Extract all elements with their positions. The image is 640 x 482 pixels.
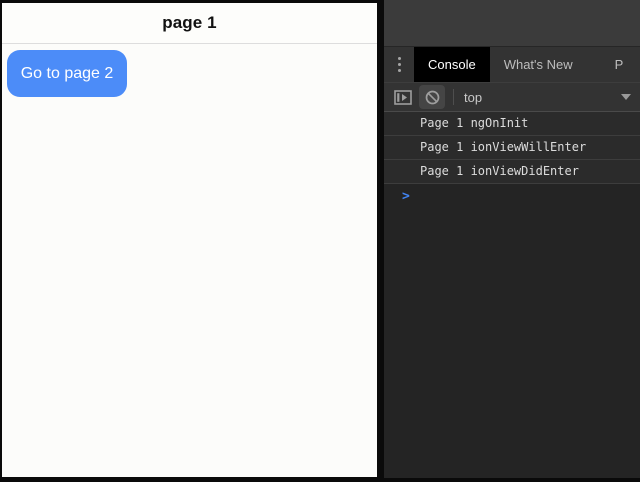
app-header: page 1 [2, 3, 377, 44]
devtools-panel: Console What's New P top Page 1 ngOnInit… [384, 0, 640, 478]
console-message: Page 1 ionViewDidEnter [384, 160, 640, 184]
console-message: Page 1 ngOnInit [384, 112, 640, 136]
browser-chrome-strip [384, 0, 640, 47]
frame-context-selector[interactable]: top [464, 90, 482, 105]
page-title: page 1 [162, 13, 216, 33]
more-options-icon[interactable] [384, 47, 414, 82]
tab-console[interactable]: Console [414, 47, 490, 82]
show-console-sidebar-icon[interactable] [392, 86, 414, 108]
tab-whats-new[interactable]: What's New [490, 47, 587, 82]
devtools-tabbar: Console What's New P [384, 47, 640, 83]
toolbar-divider [453, 89, 454, 105]
prompt-chevron-icon: > [402, 189, 410, 204]
console-message: Page 1 ionViewWillEnter [384, 136, 640, 160]
console-input[interactable]: > [384, 184, 640, 208]
app-preview-pane: page 1 Go to page 2 [2, 3, 377, 477]
console-output: Page 1 ngOnInit Page 1 ionViewWillEnter … [384, 112, 640, 478]
clear-console-icon[interactable] [419, 85, 445, 109]
tab-cut-off[interactable]: P [601, 47, 638, 82]
console-toolbar: top [384, 83, 640, 112]
go-to-page-2-button[interactable]: Go to page 2 [7, 50, 127, 97]
frame-context-label: top [464, 90, 482, 105]
dropdown-arrow-icon[interactable] [621, 94, 631, 100]
